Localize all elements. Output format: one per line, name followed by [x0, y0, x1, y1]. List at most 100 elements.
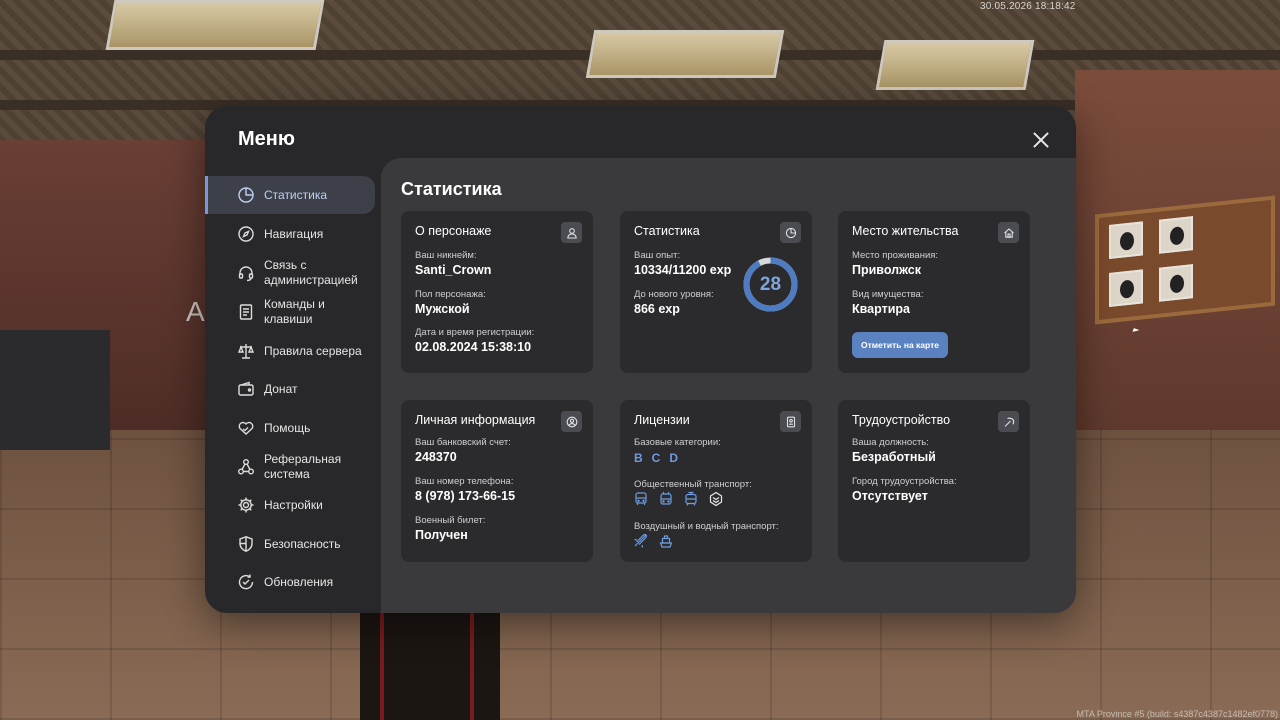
refresh-check-icon	[237, 573, 255, 591]
boat-icon	[658, 533, 674, 549]
plane-icon	[633, 533, 649, 549]
residence-place-value: Приволжск	[852, 263, 921, 277]
sidebar-item-label: Реферальная система	[264, 452, 342, 481]
nickname-value: Santi_Crown	[415, 263, 492, 277]
cabinet	[0, 330, 110, 450]
residence-place-label: Место проживания:	[852, 250, 939, 261]
bank-account-value: 248370	[415, 450, 457, 464]
exp-value: 10334/11200 exp	[634, 263, 732, 277]
bus-icon	[633, 491, 649, 507]
base-categories-label: Базовые категории:	[634, 437, 721, 448]
card-personal-info: Личная информация Ваш банковский счет: 2…	[401, 400, 593, 562]
wanted-photo	[1159, 216, 1193, 254]
card-title: Личная информация	[415, 413, 536, 427]
sidebar-item-label: Помощь	[264, 421, 311, 435]
air-water-transport-icons	[633, 533, 674, 549]
shield-icon	[237, 535, 255, 553]
military-id-label: Военный билет:	[415, 515, 486, 526]
card-title: О персонаже	[415, 224, 492, 238]
close-icon[interactable]	[1029, 128, 1053, 152]
sidebar-item-statistics[interactable]: Статистика	[205, 176, 375, 214]
background-letter: A	[186, 296, 205, 327]
pie-chart-icon	[237, 186, 255, 204]
registration-label: Дата и время регистрации:	[415, 327, 535, 338]
wallet-icon	[237, 380, 255, 398]
sidebar-item-settings[interactable]: Настройки	[205, 486, 375, 524]
mark-on-map-button[interactable]: Отметить на карте	[852, 332, 948, 358]
pie-chart-icon	[780, 222, 801, 243]
sidebar-item-label: Навигация	[264, 227, 324, 241]
sidebar-item-donate[interactable]: Донат	[205, 370, 375, 408]
military-id-value: Получен	[415, 528, 468, 542]
scales-icon	[237, 342, 255, 360]
trouser-stripe	[470, 612, 474, 720]
phone-label: Ваш номер телефона:	[415, 476, 514, 487]
content-panel: Статистика О персонаже Ваш никнейм: Sant…	[381, 158, 1076, 613]
heart-hand-icon	[237, 419, 255, 437]
card-title: Место жительства	[852, 224, 959, 238]
trolleybus-icon	[658, 491, 674, 507]
card-title: Лицензии	[634, 413, 690, 427]
sidebar-item-referral[interactable]: Реферальная система	[205, 448, 375, 486]
sidebar-item-label: Правила сервера	[264, 344, 362, 358]
card-residence: Место жительства Место проживания: Приво…	[838, 211, 1030, 373]
phone-value: 8 (978) 173-66-15	[415, 489, 516, 503]
badge-icon	[708, 491, 724, 507]
sidebar-item-label: Связь с администрацией	[264, 258, 358, 287]
ceiling-lamp	[105, 0, 325, 50]
property-type-label: Вид имущества:	[852, 289, 924, 300]
document-icon	[237, 303, 255, 321]
exp-label: Ваш опыт:	[634, 250, 681, 261]
license-category: C	[651, 451, 661, 465]
ceiling-lamp	[585, 30, 785, 78]
card-licenses: Лицензии Базовые категории: B C D Общест…	[620, 400, 812, 562]
card-title: Трудоустройство	[852, 413, 951, 427]
timestamp: 30.05.2026 18:18:42	[980, 1, 1076, 12]
sidebar-item-help[interactable]: Помощь	[205, 409, 375, 447]
tram-icon	[683, 491, 699, 507]
nickname-label: Ваш никнейм:	[415, 250, 477, 261]
card-character: О персонаже Ваш никнейм: Santi_Crown Пол…	[401, 211, 593, 373]
wanted-board	[1095, 195, 1275, 325]
card-stats: Статистика Ваш опыт: 10334/11200 exp До …	[620, 211, 812, 373]
wanted-photo	[1109, 269, 1143, 307]
sidebar-item-label: Обновления	[264, 575, 334, 589]
gear-icon	[237, 496, 255, 514]
sidebar-item-admin-contact[interactable]: Связь с администрацией	[205, 254, 375, 292]
sidebar-item-label: Команды и клавиши	[264, 297, 325, 326]
position-label: Ваша должность:	[852, 437, 929, 448]
menu-title: Меню	[238, 128, 295, 150]
sidebar-item-updates[interactable]: Обновления	[205, 563, 375, 601]
compass-icon	[237, 225, 255, 243]
headset-icon	[237, 264, 255, 282]
network-icon	[237, 458, 255, 476]
gender-label: Пол персонажа:	[415, 289, 486, 300]
user-circle-icon	[561, 411, 582, 432]
work-city-value: Отсутствует	[852, 489, 928, 503]
wanted-photo	[1109, 221, 1143, 259]
pickaxe-icon	[998, 411, 1019, 432]
bank-account-label: Ваш банковский счет:	[415, 437, 511, 448]
sidebar-item-label: Безопасность	[264, 537, 341, 551]
sidebar-item-label: Настройки	[264, 498, 323, 512]
air-water-transport-label: Воздушный и водный транспорт:	[634, 521, 779, 532]
page-title: Статистика	[401, 179, 502, 199]
property-type-value: Квартира	[852, 302, 910, 316]
sidebar-item-commands[interactable]: Команды и клавиши	[205, 293, 375, 331]
position-value: Безработный	[852, 450, 936, 464]
menu-window: Меню Статистика Навигация Связь с админи…	[205, 106, 1076, 613]
sidebar-item-security[interactable]: Безопасность	[205, 525, 375, 563]
level-number: 28	[759, 274, 782, 295]
home-icon	[998, 222, 1019, 243]
next-level-value: 866 exp	[634, 302, 680, 316]
sidebar-item-rules[interactable]: Правила сервера	[205, 332, 375, 370]
sidebar-item-navigation[interactable]: Навигация	[205, 215, 375, 253]
id-card-icon	[780, 411, 801, 432]
wanted-photo	[1159, 264, 1193, 302]
user-icon	[561, 222, 582, 243]
ceiling-lamp	[875, 40, 1035, 90]
card-title: Статистика	[634, 224, 700, 238]
work-city-label: Город трудоустройства:	[852, 476, 957, 487]
build-info: MTA Province #5 (build: s4387c4387c1482e…	[1076, 709, 1278, 719]
gender-value: Мужской	[415, 302, 470, 316]
